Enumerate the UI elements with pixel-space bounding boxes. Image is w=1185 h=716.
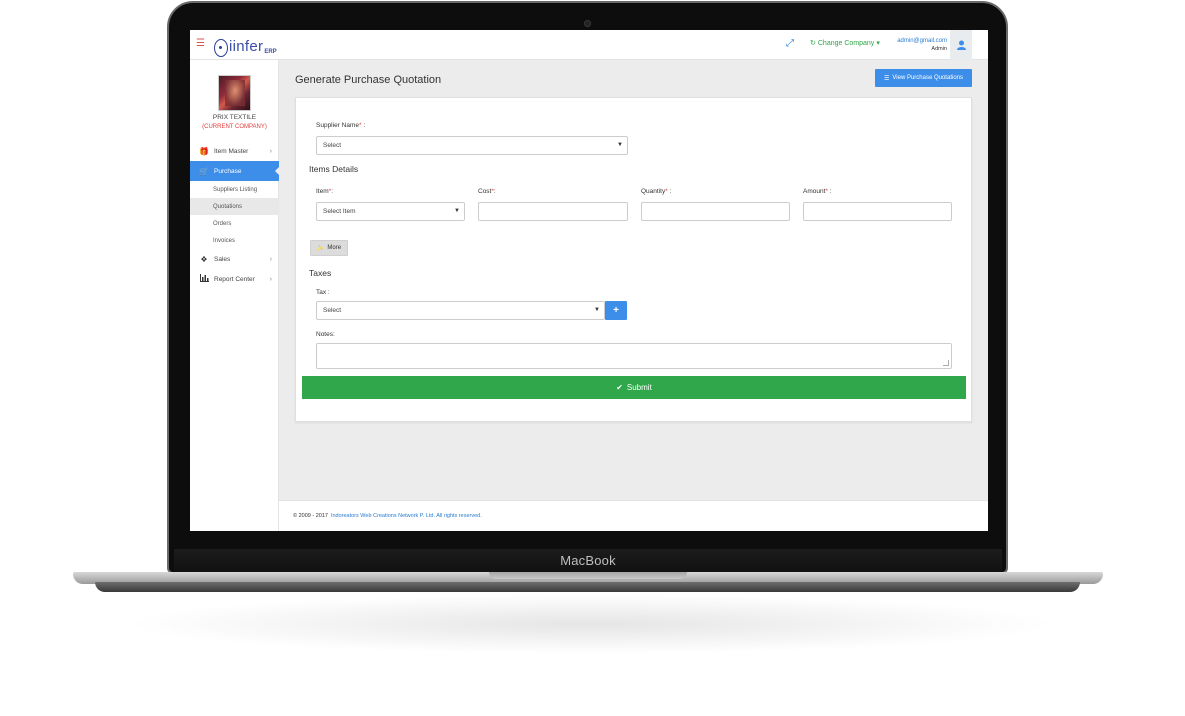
admin-role: Admin [931, 46, 947, 52]
logo-text: iinfer [229, 38, 264, 55]
taxes-title: Taxes [309, 268, 332, 278]
laptop-shadow [120, 594, 1060, 654]
tags-icon: ❖ [200, 254, 208, 264]
tax-label: Tax : [316, 289, 330, 296]
sidebar-item-label: Purchase [214, 167, 242, 175]
user-menu-button[interactable] [950, 30, 972, 60]
laptop-base-bottom [95, 582, 1080, 592]
menu-toggle-icon[interactable]: ☰ [196, 39, 205, 49]
page-footer: © 2009 - 2017 Indoreators Web Creations … [279, 500, 988, 531]
notes-label: Notes: [316, 331, 335, 338]
laptop-notch [489, 572, 687, 579]
footer-copyright: © 2009 - 2017 [293, 513, 328, 519]
sidebar-subitem-invoices[interactable]: Invoices [190, 232, 279, 249]
submit-button-label: Submit [626, 383, 652, 392]
chevron-right-icon: › [269, 255, 272, 263]
page-title: Generate Purchase Quotation [295, 74, 442, 86]
bar-chart-icon [199, 274, 209, 284]
sidebar: PRIX TEXTILE (CURRENT COMPANY) 🎁 Item Ma… [190, 60, 280, 531]
chevron-right-icon: › [269, 147, 272, 155]
more-button[interactable]: ✨ More [310, 240, 348, 256]
logo-suffix: ERP [264, 49, 277, 55]
caret-down-icon: ▾ [876, 40, 880, 47]
fullscreen-icon[interactable]: ⤢ [786, 38, 794, 49]
amount-input[interactable] [803, 202, 952, 221]
tax-select[interactable]: Select ▼ [316, 301, 605, 320]
user-icon [956, 40, 966, 50]
app-screen: ☰ iinfer ERP ⤢ ↻ Change Company ▾ admin@… [190, 30, 988, 531]
quantity-label: Quantity* : [641, 188, 672, 195]
sidebar-item-purchase[interactable]: 🛒 Purchase [190, 161, 280, 181]
item-select[interactable]: Select Item ▼ [316, 202, 465, 221]
footer-company-link[interactable]: Indoreators Web Creations Network P. Ltd… [331, 513, 482, 519]
more-button-label: More [327, 245, 342, 251]
cart-icon: 🛒 [199, 166, 209, 176]
caret-down-icon: ▼ [617, 142, 623, 148]
cost-label: Cost*: [478, 188, 496, 195]
plus-icon: + [613, 305, 619, 316]
list-icon: ☰ [884, 75, 890, 82]
app-logo[interactable]: iinfer ERP [214, 33, 277, 57]
sidebar-nav: 🎁 Item Master › 🛒 Purchase Suppliers Lis… [190, 141, 280, 289]
sidebar-item-label: Report Center [214, 275, 255, 283]
caret-down-icon: ▼ [454, 208, 460, 214]
chevron-right-icon: › [269, 275, 272, 283]
supplier-name-label: Supplier Name* : [316, 122, 366, 129]
item-label: Item*: [316, 188, 333, 195]
quotation-form-panel: Supplier Name* : Select ▼ Items Details … [295, 97, 972, 422]
sidebar-item-label: Item Master [214, 147, 249, 155]
sidebar-item-item-master[interactable]: 🎁 Item Master › [190, 141, 279, 161]
admin-email: admin@gmail.com [897, 38, 947, 44]
refresh-icon: ↻ [810, 40, 816, 47]
sidebar-item-label: Sales [214, 255, 231, 263]
gift-icon: 🎁 [199, 146, 209, 156]
admin-info[interactable]: admin@gmail.com Admin [890, 37, 947, 53]
check-icon: ✔ [616, 383, 623, 392]
view-button-label: View Purchase Quotations [892, 75, 963, 81]
caret-down-icon: ▼ [594, 307, 600, 313]
supplier-name-select[interactable]: Select ▼ [316, 136, 628, 155]
sidebar-subitem-suppliers-listing[interactable]: Suppliers Listing [190, 181, 279, 198]
laptop-brand: MacBook [560, 553, 616, 568]
sidebar-item-sales[interactable]: ❖ Sales › [190, 249, 279, 269]
sidebar-subitem-quotations[interactable]: Quotations [190, 198, 279, 215]
logo-mark-icon [214, 39, 228, 57]
cost-input[interactable] [478, 202, 628, 221]
change-company-dropdown[interactable]: ↻ Change Company ▾ [810, 39, 880, 48]
macbook-stage: MacBook ☰ iinfer ERP ⤢ ↻ Change Company … [0, 0, 1185, 716]
current-company-tag: (CURRENT COMPANY) [202, 124, 267, 130]
change-company-label: Change Company [817, 39, 875, 47]
company-avatar [218, 75, 251, 111]
camera-icon [584, 20, 591, 27]
notes-textarea[interactable] [316, 343, 952, 369]
items-details-title: Items Details [309, 164, 359, 174]
add-tax-button[interactable]: + [605, 301, 627, 320]
sidebar-item-report-center[interactable]: Report Center › [190, 269, 279, 289]
sidebar-subitem-orders[interactable]: Orders [190, 215, 279, 232]
view-purchase-quotations-button[interactable]: ☰ View Purchase Quotations [875, 69, 972, 87]
amount-label: Amount* : [803, 188, 832, 195]
top-navbar: ☰ iinfer ERP ⤢ ↻ Change Company ▾ admin@… [190, 30, 988, 60]
company-name: PRIX TEXTILE [212, 114, 257, 121]
submit-button[interactable]: ✔ Submit [302, 376, 966, 399]
quantity-input[interactable] [641, 202, 790, 221]
magic-wand-icon: ✨ [316, 245, 325, 252]
